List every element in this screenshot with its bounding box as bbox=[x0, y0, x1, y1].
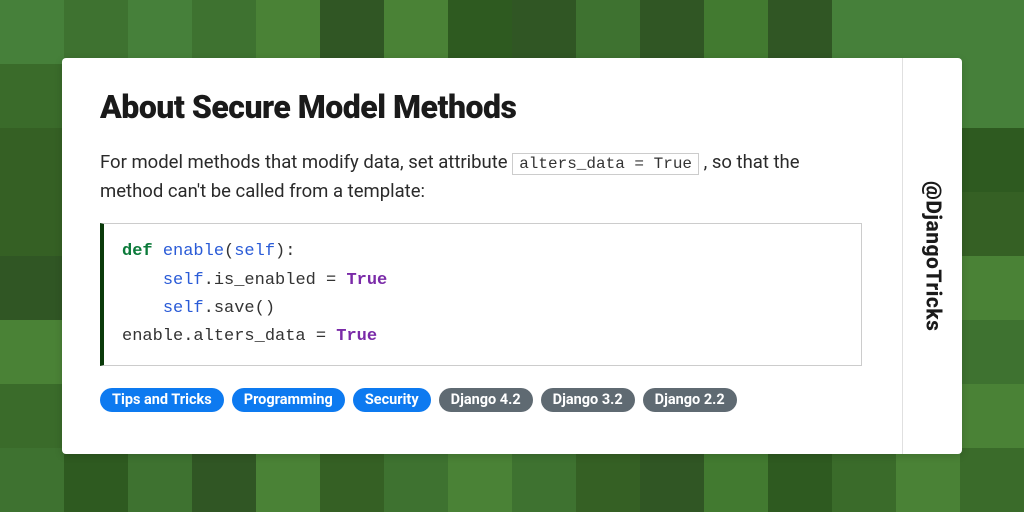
bg-pixel bbox=[0, 384, 64, 448]
code-text: enable.alters_data = bbox=[122, 327, 336, 346]
twitter-handle: @DjangoTricks bbox=[921, 181, 945, 331]
bg-pixel bbox=[0, 0, 64, 64]
bg-pixel bbox=[192, 448, 256, 512]
code-text: .is_enabled = bbox=[204, 271, 347, 290]
bg-pixel bbox=[832, 0, 896, 64]
tag-list: Tips and Tricks Programming Security Django… bbox=[100, 388, 862, 412]
bg-pixel bbox=[960, 64, 1024, 128]
bg-pixel bbox=[0, 320, 64, 384]
bg-pixel bbox=[960, 384, 1024, 448]
bg-pixel bbox=[832, 448, 896, 512]
bg-pixel bbox=[640, 448, 704, 512]
bg-pixel bbox=[704, 448, 768, 512]
bg-pixel bbox=[256, 448, 320, 512]
bg-pixel bbox=[192, 0, 256, 64]
bg-pixel bbox=[960, 448, 1024, 512]
bg-pixel bbox=[896, 0, 960, 64]
bg-pixel bbox=[0, 128, 64, 192]
bg-pixel bbox=[320, 448, 384, 512]
bg-pixel bbox=[576, 448, 640, 512]
bg-pixel bbox=[64, 0, 128, 64]
function-name: enable bbox=[163, 242, 224, 261]
self-ref: self bbox=[163, 299, 204, 318]
self-ref: self bbox=[163, 271, 204, 290]
bg-pixel bbox=[640, 0, 704, 64]
bg-pixel bbox=[0, 448, 64, 512]
bg-pixel bbox=[576, 0, 640, 64]
bg-pixel bbox=[512, 0, 576, 64]
bg-pixel bbox=[320, 0, 384, 64]
bg-pixel bbox=[704, 0, 768, 64]
page-title: About Secure Model Methods bbox=[100, 88, 862, 126]
bg-pixel bbox=[896, 448, 960, 512]
bg-pixel bbox=[960, 192, 1024, 256]
keyword-def: def bbox=[122, 242, 153, 261]
bg-pixel bbox=[960, 0, 1024, 64]
bg-pixel bbox=[512, 448, 576, 512]
code-block: def enable(self): self.is_enabled = True… bbox=[100, 223, 862, 365]
tag-django-2-2[interactable]: Django 2.2 bbox=[643, 388, 737, 412]
tag-django-4-2[interactable]: Django 4.2 bbox=[439, 388, 533, 412]
card-content: About Secure Model Methods For model met… bbox=[62, 58, 902, 454]
bool-true: True bbox=[346, 271, 387, 290]
bg-pixel bbox=[960, 128, 1024, 192]
bg-pixel bbox=[960, 256, 1024, 320]
self-param: self bbox=[234, 242, 275, 261]
code-text: .save() bbox=[204, 299, 275, 318]
bg-pixel bbox=[128, 448, 192, 512]
bg-pixel bbox=[960, 320, 1024, 384]
description-part1: For model methods that modify data, set … bbox=[100, 151, 512, 173]
inline-code: alters_data = True bbox=[512, 153, 699, 175]
bg-pixel bbox=[384, 448, 448, 512]
tag-programming[interactable]: Programming bbox=[232, 388, 345, 412]
bg-pixel bbox=[768, 448, 832, 512]
bg-pixel bbox=[0, 256, 64, 320]
tag-tips-and-tricks[interactable]: Tips and Tricks bbox=[100, 388, 224, 412]
bg-pixel bbox=[0, 192, 64, 256]
tag-django-3-2[interactable]: Django 3.2 bbox=[541, 388, 635, 412]
card: About Secure Model Methods For model met… bbox=[62, 58, 962, 454]
bg-pixel bbox=[448, 448, 512, 512]
bg-pixel bbox=[64, 448, 128, 512]
tag-security[interactable]: Security bbox=[353, 388, 431, 412]
bg-pixel bbox=[448, 0, 512, 64]
sidebar: @DjangoTricks bbox=[902, 58, 962, 454]
bg-pixel bbox=[384, 0, 448, 64]
bg-pixel bbox=[256, 0, 320, 64]
bg-pixel bbox=[0, 64, 64, 128]
description: For model methods that modify data, set … bbox=[100, 148, 862, 205]
bg-pixel bbox=[128, 0, 192, 64]
bg-pixel bbox=[768, 0, 832, 64]
bool-true: True bbox=[336, 327, 377, 346]
